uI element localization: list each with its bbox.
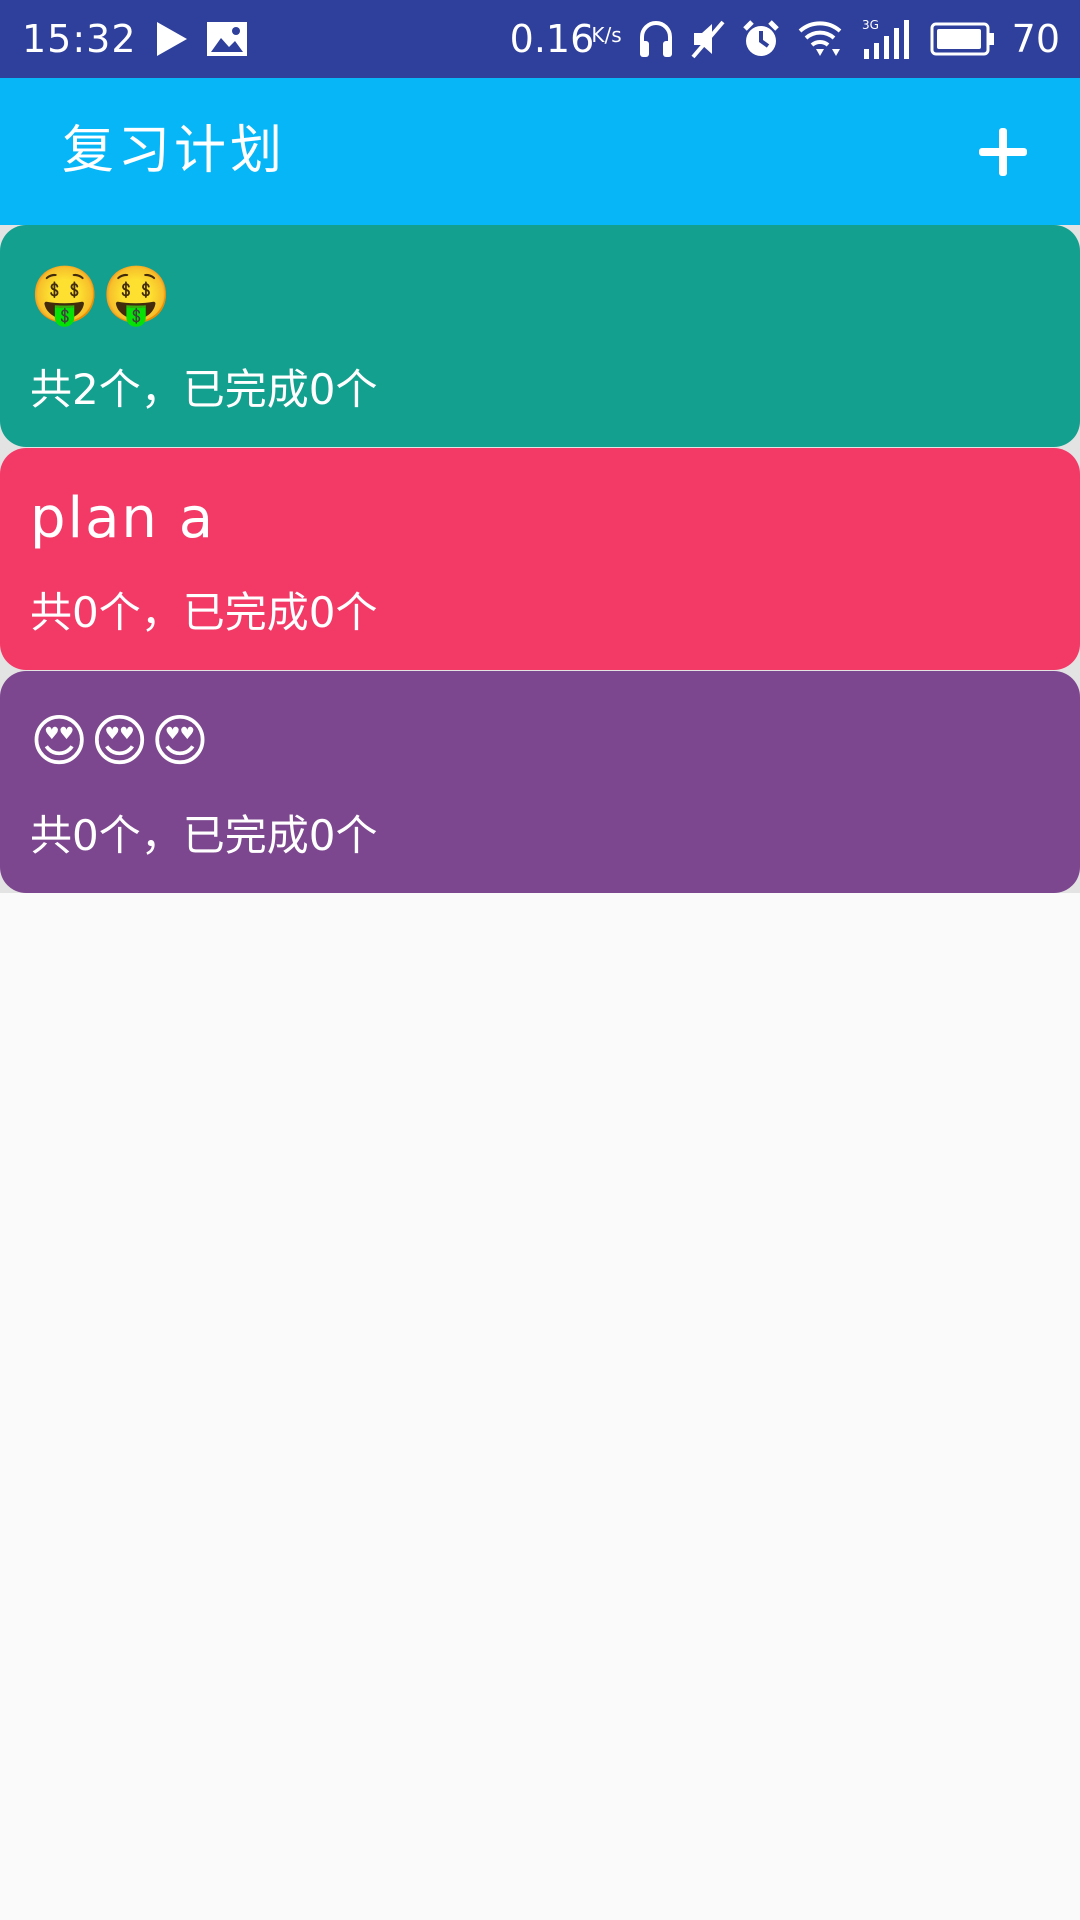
plan-summary: 共0个，已完成0个 <box>30 588 378 637</box>
plan-card[interactable]: 😍😍😍 共0个，已完成0个 <box>0 671 1080 893</box>
net-speed-value: 0.16 <box>509 17 595 61</box>
plan-card[interactable]: plan a 共0个，已完成0个 <box>0 448 1080 670</box>
page-title: 复习计划 <box>62 121 287 181</box>
add-plan-button[interactable] <box>972 121 1034 183</box>
play-icon <box>155 20 189 58</box>
plan-title: 🤑🤑 <box>30 263 174 328</box>
battery-icon <box>930 22 996 56</box>
battery-percent: 70 <box>1011 17 1060 61</box>
wifi-icon <box>796 19 844 59</box>
status-bar: 15:32 0.16 K/s 3G 70 <box>0 0 1080 78</box>
network-type: 3G <box>862 18 879 32</box>
app-bar: 复习计划 <box>0 78 1080 225</box>
plan-title: 😍😍😍 <box>30 709 212 774</box>
alarm-icon <box>742 19 780 59</box>
plan-summary: 共0个，已完成0个 <box>30 811 378 860</box>
image-icon <box>206 22 247 56</box>
plan-title: plan a <box>30 486 216 551</box>
mute-icon <box>690 19 726 59</box>
plus-icon <box>977 126 1029 178</box>
headphones-icon <box>638 19 674 59</box>
status-time: 15:32 <box>22 17 137 61</box>
net-speed: 0.16 K/s <box>510 17 622 61</box>
status-bar-right: 0.16 K/s 3G 70 <box>510 0 1060 78</box>
plan-card[interactable]: 🤑🤑 共2个，已完成0个 <box>0 225 1080 447</box>
signal-icon: 3G <box>860 17 914 61</box>
plan-list: 🤑🤑 共2个，已完成0个 plan a 共0个，已完成0个 😍😍😍 共0个，已完… <box>0 225 1080 893</box>
status-bar-left: 15:32 <box>22 0 247 78</box>
net-speed-unit: K/s <box>591 23 622 47</box>
plan-summary: 共2个，已完成0个 <box>30 365 378 414</box>
